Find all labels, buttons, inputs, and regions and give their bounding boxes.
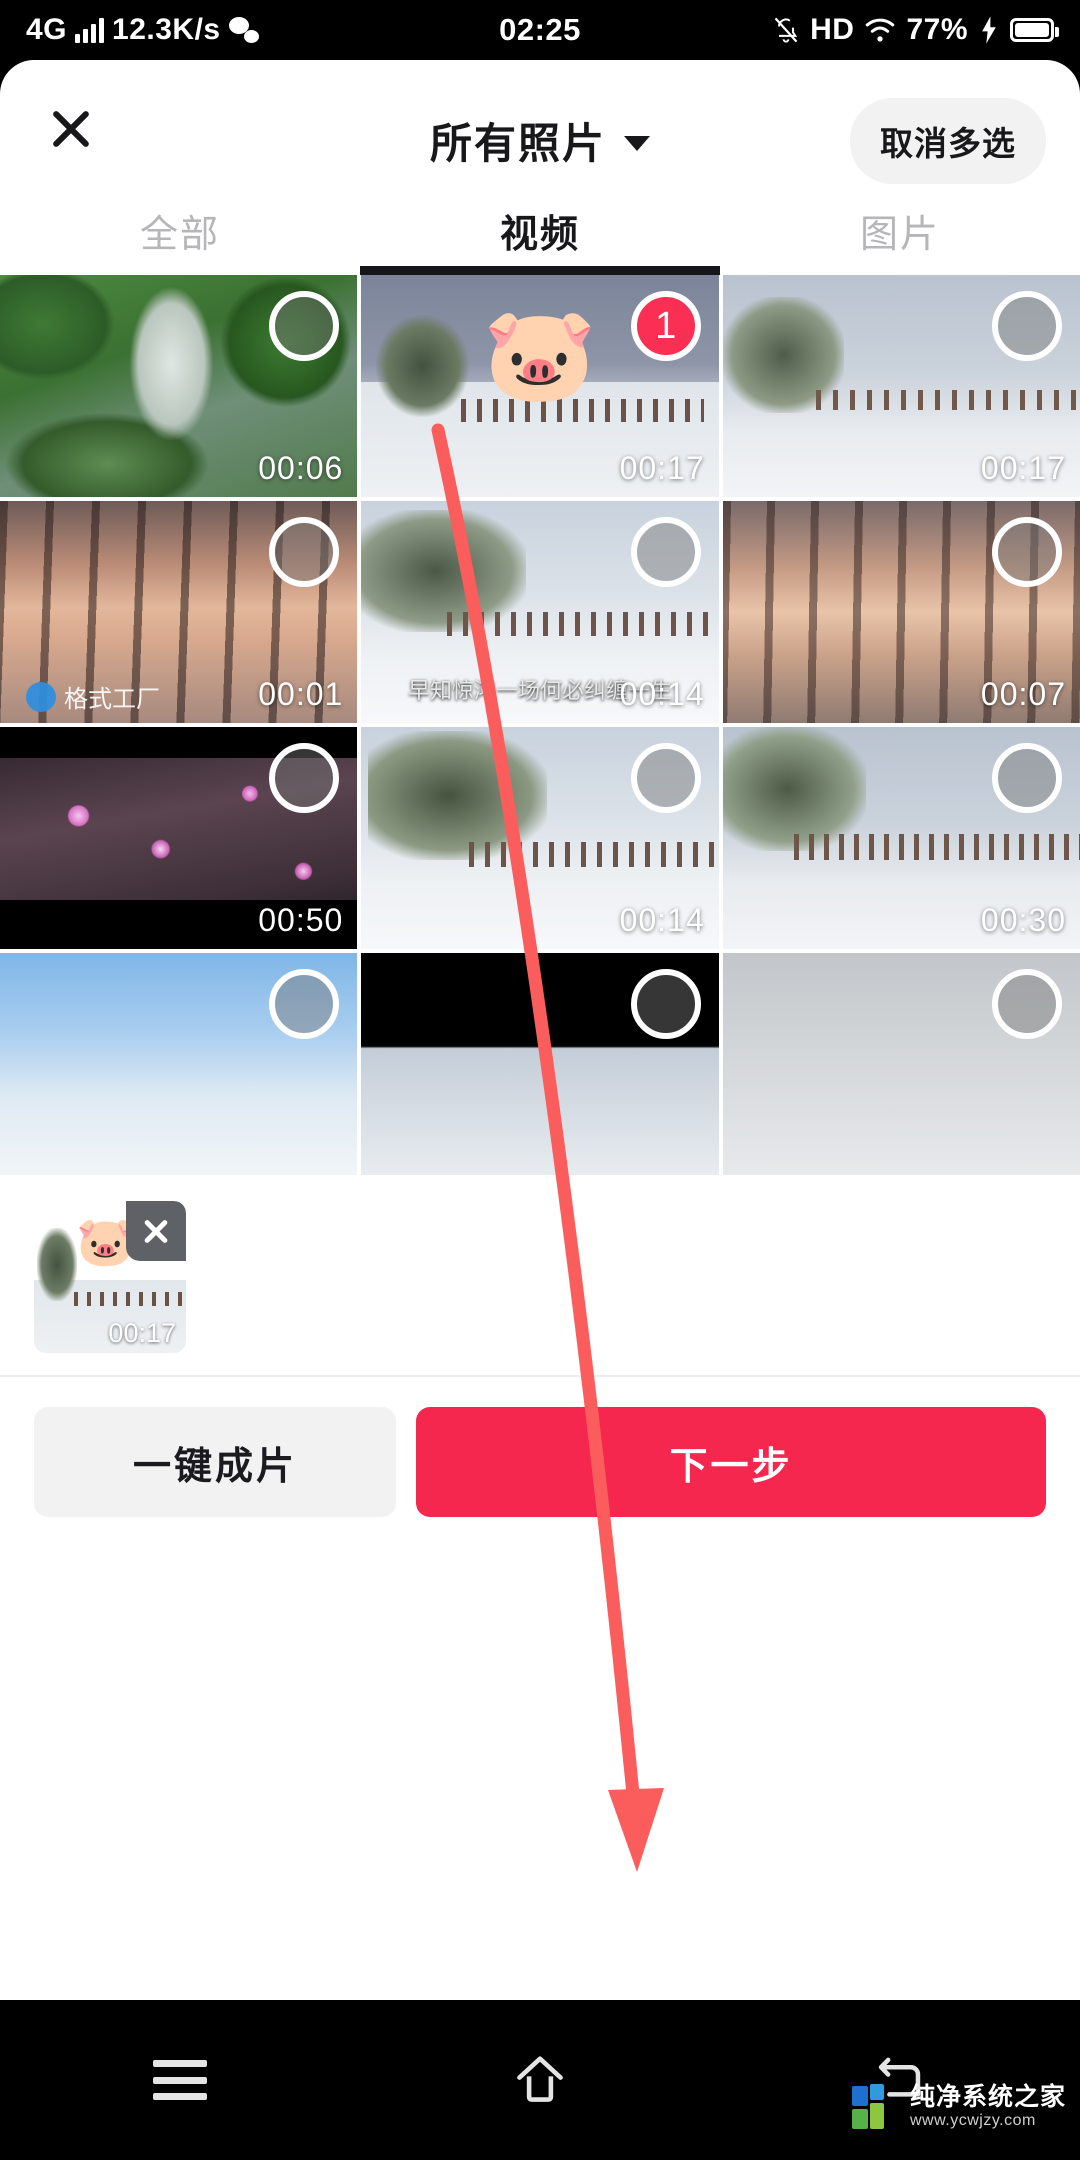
select-badge[interactable]: 1 <box>630 291 701 361</box>
table-row[interactable]: 00:17 <box>722 275 1080 497</box>
menu-button[interactable] <box>0 2060 360 2100</box>
picker-sheet: 所有照片 取消多选 全部 视频 图片 00:06 🐷 1 00:17 00:17… <box>0 60 1080 2000</box>
action-bar: 一键成片 下一步 <box>0 1377 1080 1547</box>
duration-label: 00:30 <box>980 902 1066 938</box>
network-speed-label: 12.3K/s <box>112 13 221 46</box>
signal-bars-icon <box>75 17 105 43</box>
status-bar-right: HD 77% <box>772 13 1059 47</box>
select-circle[interactable] <box>630 517 701 587</box>
cancel-multiselect-button[interactable]: 取消多选 <box>850 98 1046 184</box>
table-row[interactable]: 00:07 <box>722 501 1080 723</box>
table-row[interactable]: 格式工厂 00:01 <box>0 501 358 723</box>
watermark-logo-icon <box>26 681 56 712</box>
table-row[interactable]: 早知惊鸿一场何必纠缠一生 00:14 <box>361 501 719 723</box>
watermark-title: 纯净系统之家 <box>909 2083 1066 2112</box>
battery-percent-label: 77% <box>906 13 968 46</box>
select-circle[interactable] <box>269 291 340 361</box>
duration-label: 00:06 <box>258 450 344 486</box>
table-row[interactable] <box>722 953 1080 1175</box>
table-row[interactable]: 00:50 <box>0 727 358 949</box>
duration-label: 00:14 <box>619 676 705 712</box>
watermark-url: www.ycwjzy.com <box>909 2112 1036 2130</box>
select-circle[interactable] <box>630 743 701 813</box>
home-button[interactable] <box>360 2051 720 2109</box>
bolt-icon <box>982 16 996 44</box>
select-circle[interactable] <box>992 969 1062 1039</box>
media-type-tabs: 全部 视频 图片 <box>0 185 1080 275</box>
table-row[interactable] <box>361 953 719 1175</box>
network-type-label: 4G <box>26 13 68 46</box>
table-row[interactable]: 00:30 <box>722 727 1080 949</box>
menu-icon <box>153 2060 207 2100</box>
table-row[interactable]: 🐷 1 00:17 <box>361 275 719 497</box>
table-row[interactable] <box>0 953 358 1175</box>
next-step-button[interactable]: 下一步 <box>416 1407 1046 1517</box>
hd-label: HD <box>810 13 855 46</box>
tab-all[interactable]: 全部 <box>0 185 360 275</box>
bell-off-icon <box>774 17 798 43</box>
table-row[interactable]: 00:06 <box>0 275 358 497</box>
duration-label: 00:07 <box>980 676 1066 712</box>
tab-image[interactable]: 图片 <box>720 185 1080 275</box>
select-circle[interactable] <box>269 517 340 587</box>
picker-header: 所有照片 取消多选 <box>0 60 1080 185</box>
select-circle[interactable] <box>992 517 1062 587</box>
select-circle[interactable] <box>269 969 340 1039</box>
duration-label: 00:17 <box>980 450 1066 486</box>
duration-label: 00:14 <box>619 902 705 938</box>
table-row[interactable]: 00:14 <box>361 727 719 949</box>
duration-label: 00:01 <box>258 676 344 712</box>
select-circle[interactable] <box>992 743 1062 813</box>
watermark-label: 格式工厂 <box>64 686 160 713</box>
select-circle[interactable] <box>630 969 701 1039</box>
media-grid: 00:06 🐷 1 00:17 00:17 格式工厂 00:01 早知惊鸿一场何… <box>0 275 1080 1175</box>
status-bar: 4G 12.3K/s 02:25 HD 77% <box>0 0 1080 60</box>
video-watermark: 格式工厂 <box>26 679 160 714</box>
wechat-icon <box>228 17 259 43</box>
select-circle[interactable] <box>992 291 1062 361</box>
home-icon <box>517 2056 563 2102</box>
selected-items-strip: 🐷 00:17 <box>0 1175 1080 1375</box>
watermark-text: 纯净系统之家 www.ycwjzy.com <box>910 2083 1066 2130</box>
chevron-down-icon <box>624 136 650 151</box>
pig-sticker-icon: 🐷 <box>482 304 598 406</box>
auto-create-button[interactable]: 一键成片 <box>34 1407 396 1517</box>
list-item[interactable]: 🐷 00:17 <box>34 1201 186 1353</box>
page-watermark: 纯净系统之家 www.ycwjzy.com <box>848 2080 1066 2134</box>
select-circle[interactable] <box>269 743 340 813</box>
page-title: 所有照片 <box>429 120 606 167</box>
wifi-icon <box>866 18 895 42</box>
phone-screen: 4G 12.3K/s 02:25 HD 77% 所有照片 取消多选 全部 视频 … <box>0 0 1080 2160</box>
duration-label: 00:17 <box>619 450 705 486</box>
duration-label: 00:17 <box>108 1318 176 1348</box>
battery-icon <box>1010 18 1059 42</box>
duration-label: 00:50 <box>258 902 344 938</box>
tab-video[interactable]: 视频 <box>360 185 720 275</box>
status-bar-left: 4G 12.3K/s <box>26 13 259 47</box>
remove-selected-button[interactable] <box>126 1201 186 1261</box>
watermark-logo-icon <box>851 2084 884 2129</box>
